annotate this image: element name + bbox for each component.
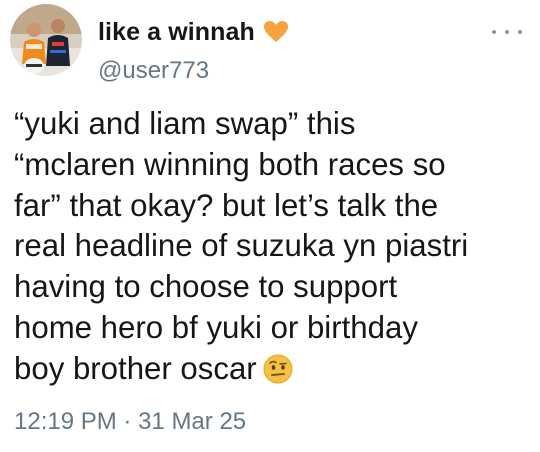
display-name[interactable]: like a winnah <box>98 18 255 47</box>
author-name-row[interactable]: like a winnah <box>98 16 289 48</box>
author-handle[interactable]: @user773 <box>98 57 209 85</box>
tweet-card: like a winnah @user773 “yuki and liam sw… <box>0 0 540 452</box>
timestamp-separator: · <box>123 408 132 435</box>
tweet-time[interactable]: 12:19 PM <box>14 408 117 435</box>
tweet-text-line: boy brother oscar <box>14 350 257 386</box>
avatar[interactable] <box>10 4 82 76</box>
tweet-text-line-last: boy brother oscar <box>14 349 530 390</box>
tweet-date[interactable]: 31 Mar 25 <box>138 408 246 435</box>
tweet-text-line: “mclaren winning both races so <box>14 146 446 182</box>
more-options-icon[interactable] <box>492 22 522 42</box>
tweet-text: “yuki and liam swap” this “mclaren winni… <box>14 104 530 390</box>
raised-eyebrow-face-icon <box>263 354 293 384</box>
tweet-timestamp[interactable]: 12:19 PM · 31 Mar 25 <box>14 408 246 436</box>
orange-heart-icon <box>263 20 289 44</box>
tweet-text-line: far” that okay? but let’s talk the <box>14 187 439 223</box>
tweet-text-line: real headline of suzuka yn piastri <box>14 228 469 264</box>
tweet-text-line: “yuki and liam swap” this <box>14 106 356 141</box>
tweet-text-line: home hero bf yuki or birthday <box>14 309 418 345</box>
avatar-photo <box>10 4 82 76</box>
tweet-text-line: having to choose to support <box>14 269 398 305</box>
